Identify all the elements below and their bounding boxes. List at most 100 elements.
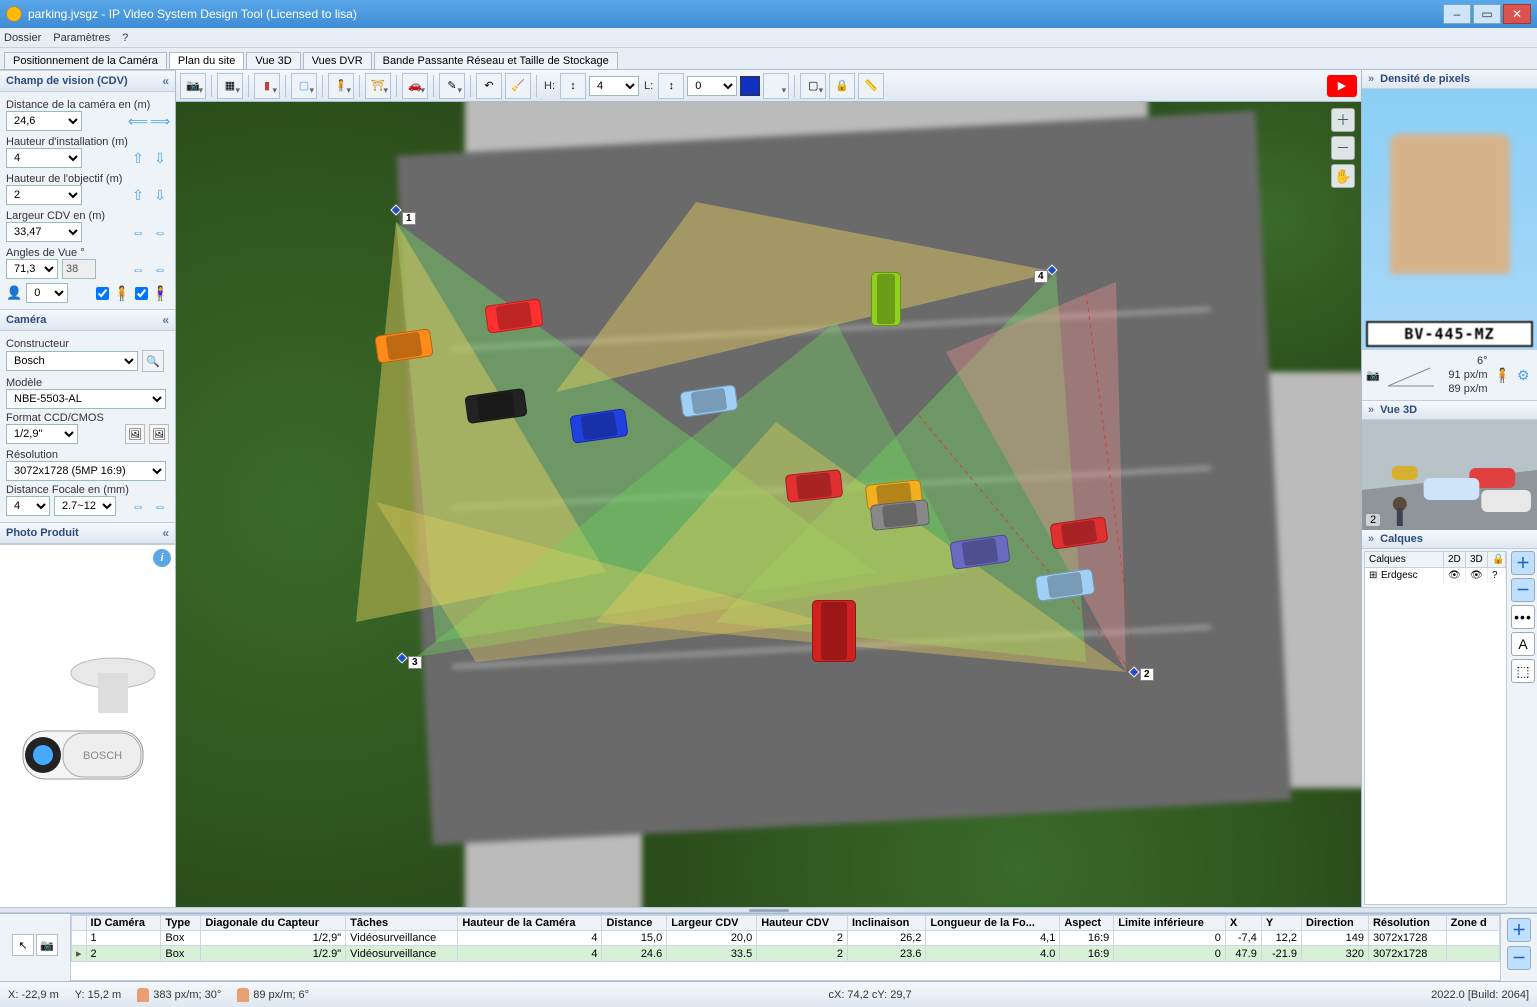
input-focal-min[interactable]: 4 <box>6 496 50 516</box>
layer-text-button[interactable]: A <box>1511 632 1535 656</box>
tool-wall-button[interactable]: ▮ <box>254 73 280 99</box>
col-incl[interactable]: Inclinaison <box>847 916 925 931</box>
col-limite[interactable]: Limite inférieure <box>1114 916 1226 931</box>
input-people-count[interactable]: 0 <box>26 283 68 303</box>
menu-parametres[interactable]: Paramètres <box>53 32 110 44</box>
col-long[interactable]: Longueur de la Fo... <box>926 916 1060 931</box>
hobj-up-icon[interactable]: ⇧ <box>129 186 147 204</box>
menu-help[interactable]: ? <box>122 32 128 44</box>
input-focal-range[interactable]: 2.7~12 <box>54 496 116 516</box>
layer-add-button[interactable]: ＋ <box>1511 551 1535 575</box>
format-portrait-button[interactable]: 🖼 <box>149 424 169 444</box>
distance-right-icon[interactable]: ⟹ <box>151 112 169 130</box>
site-plan-canvas[interactable]: 1 4 3 2 ＋ － ✋ <box>176 102 1361 907</box>
input-L[interactable]: 0 <box>687 76 737 96</box>
table-remove-button[interactable]: － <box>1507 946 1531 970</box>
col-hautcdv[interactable]: Hauteur CDV <box>757 916 848 931</box>
gridnav-camera-button[interactable]: 📷 <box>36 934 58 956</box>
col-taches[interactable]: Tâches <box>346 916 458 931</box>
zoom-out-button[interactable]: － <box>1331 136 1355 160</box>
tool-box-button[interactable]: ▢ <box>291 73 317 99</box>
clean-button[interactable]: 🧹 <box>505 73 531 99</box>
pan-button[interactable]: ✋ <box>1331 164 1355 188</box>
focal-narrow-icon[interactable]: ⇔ <box>129 497 147 515</box>
tool-draw-button[interactable]: ✎ <box>439 73 465 99</box>
section-camera-header[interactable]: Caméra « <box>0 309 175 331</box>
tool-lock-button[interactable]: 🔒 <box>829 73 855 99</box>
angle-wide-icon[interactable]: ⇔ <box>151 260 169 278</box>
layer-remove-button[interactable]: － <box>1511 578 1535 602</box>
table-row[interactable]: ▸ 2Box 1/2.9"Vidéosurveillance 424.6 33.… <box>72 946 1500 962</box>
col-haut[interactable]: Hauteur de la Caméra <box>458 916 602 931</box>
section-cdv-header[interactable]: Champ de vision (CDV) « <box>0 70 175 92</box>
focal-wide-icon[interactable]: ⇔ <box>151 497 169 515</box>
input-angle-h[interactable]: 71,3 <box>6 259 58 279</box>
close-button[interactable]: ✕ <box>1503 4 1531 24</box>
undo-button[interactable]: ↶ <box>476 73 502 99</box>
col-res[interactable]: Résolution <box>1368 916 1446 931</box>
hobj-down-icon[interactable]: ⇩ <box>151 186 169 204</box>
col-aspect[interactable]: Aspect <box>1060 916 1114 931</box>
tab-vue-3d[interactable]: Vue 3D <box>246 52 300 69</box>
distance-left-icon[interactable]: ⟸ <box>129 112 147 130</box>
hinst-down-icon[interactable]: ⇩ <box>151 149 169 167</box>
format-landscape-button[interactable]: 🖼 <box>125 424 145 444</box>
minimize-button[interactable]: – <box>1443 4 1471 24</box>
layer-lock[interactable]: ? <box>1488 568 1506 583</box>
input-hauteur-install[interactable]: 4 <box>6 148 82 168</box>
tab-positionnement[interactable]: Positionnement de la Caméra <box>4 52 167 69</box>
check-person-female[interactable] <box>135 287 148 300</box>
tool-select-button[interactable]: ▦ <box>217 73 243 99</box>
table-add-button[interactable]: ＋ <box>1507 918 1531 942</box>
menu-dossier[interactable]: Dossier <box>4 32 41 44</box>
check-person-male[interactable] <box>96 287 109 300</box>
info-icon[interactable]: i <box>153 549 171 567</box>
tool-background-button[interactable]: ▢ <box>800 73 826 99</box>
tool-camera-button[interactable]: 📷 <box>180 73 206 99</box>
find-camera-button[interactable]: 🔍 <box>142 350 164 372</box>
col-y[interactable]: Y <box>1261 916 1301 931</box>
section-photo-header[interactable]: Photo Produit « <box>0 522 175 544</box>
camera-table[interactable]: ID Caméra Type Diagonale du Capteur Tâch… <box>70 914 1501 981</box>
layers-list[interactable]: Calques 2D 3D 🔒 ⊞ Erdgesc 👁 👁 ? <box>1364 551 1507 905</box>
layer-2d-visible[interactable]: 👁 <box>1444 568 1466 583</box>
col-dist[interactable]: Distance <box>602 916 667 931</box>
tab-bande-passante[interactable]: Bande Passante Réseau et Taille de Stock… <box>374 52 618 69</box>
larg-wide-icon[interactable]: ⇔ <box>151 223 169 241</box>
layer-3d-visible[interactable]: 👁 <box>1466 568 1488 583</box>
input-distance[interactable]: 24,6 <box>6 111 82 131</box>
layer-select-button[interactable]: ⬚ <box>1511 659 1535 683</box>
col-diag[interactable]: Diagonale du Capteur <box>201 916 346 931</box>
table-row[interactable]: 1Box 1/2,9"Vidéosurveillance 415,0 20,02… <box>72 931 1500 946</box>
layer-more-button[interactable]: ••• <box>1511 605 1535 629</box>
tool-measure-button[interactable]: 📏 <box>858 73 884 99</box>
larg-narrow-icon[interactable]: ⇔ <box>129 223 147 241</box>
tool-furniture-button[interactable]: ⛩ <box>365 73 391 99</box>
maximize-button[interactable]: ▭ <box>1473 4 1501 24</box>
layer-name[interactable]: Erdgesc <box>1377 568 1444 583</box>
vue3d-preview[interactable]: 2 <box>1362 420 1537 530</box>
input-hauteur-objectif[interactable]: 2 <box>6 185 82 205</box>
col-largcdv[interactable]: Largeur CDV <box>667 916 757 931</box>
tool-person-button[interactable]: 🧍 <box>328 73 354 99</box>
hinst-up-icon[interactable]: ⇧ <box>129 149 147 167</box>
tool-vehicle-button[interactable]: 🚗 <box>402 73 428 99</box>
section-vue3d-header[interactable]: Vue 3D <box>1362 401 1537 420</box>
input-format[interactable]: 1/2,9'' <box>6 424 78 444</box>
zoom-in-button[interactable]: ＋ <box>1331 108 1355 132</box>
col-x[interactable]: X <box>1225 916 1261 931</box>
settings-icon[interactable]: ⚙ <box>1517 367 1533 383</box>
color-picker[interactable] <box>740 76 760 96</box>
col-id[interactable]: ID Caméra <box>86 916 161 931</box>
tab-plan-du-site[interactable]: Plan du site <box>169 52 244 69</box>
col-zone[interactable]: Zone d <box>1446 916 1499 931</box>
input-constructeur[interactable]: Bosch <box>6 351 138 371</box>
section-calques-header[interactable]: Calques <box>1362 530 1537 549</box>
expand-icon[interactable]: ⊞ <box>1365 568 1377 583</box>
section-densite-header[interactable]: Densité de pixels <box>1362 70 1537 89</box>
col-type[interactable]: Type <box>161 916 201 931</box>
gridnav-cursor-button[interactable]: ↖ <box>12 934 34 956</box>
input-H[interactable]: 4 <box>589 76 639 96</box>
tab-vues-dvr[interactable]: Vues DVR <box>303 52 372 69</box>
input-modele[interactable]: NBE-5503-AL <box>6 389 166 409</box>
